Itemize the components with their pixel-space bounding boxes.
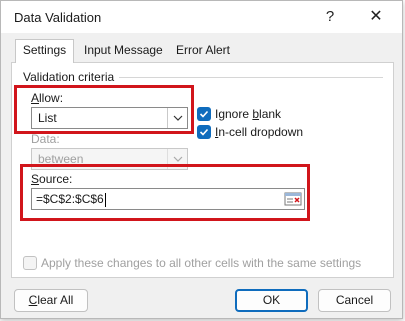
apply-all-label: Apply these changes to all other cells w… xyxy=(41,256,362,270)
in-cell-dropdown-label: In-cell dropdown xyxy=(215,125,304,139)
tab-error-alert[interactable]: Error Alert xyxy=(170,40,236,62)
title-bar: Data Validation ? ✕ xyxy=(1,1,402,33)
dialog-title: Data Validation xyxy=(14,10,102,25)
source-value: =$C$2:$C$6 xyxy=(36,192,106,207)
collapse-dialog-icon[interactable] xyxy=(284,191,302,207)
ok-button[interactable]: OK xyxy=(235,289,308,312)
ignore-blank-checkbox[interactable]: Ignore blank xyxy=(197,107,317,123)
apply-all-checkbox: Apply these changes to all other cells w… xyxy=(23,256,383,272)
clear-all-button[interactable]: Clear All xyxy=(14,289,88,312)
checkmark-icon xyxy=(197,125,211,139)
data-select: between xyxy=(31,148,188,170)
group-divider xyxy=(119,77,383,78)
close-button[interactable]: ✕ xyxy=(353,2,399,32)
tab-input-message[interactable]: Input Message xyxy=(78,40,169,62)
allow-value: List xyxy=(38,111,57,125)
source-label: Source: xyxy=(31,172,73,186)
source-input[interactable]: =$C$2:$C$6 xyxy=(31,188,305,210)
checkmark-icon xyxy=(197,107,211,121)
allow-label: Allow: xyxy=(31,91,64,105)
chevron-down-icon xyxy=(167,108,187,128)
ignore-blank-label: Ignore blank xyxy=(215,107,282,121)
data-value: between xyxy=(38,152,84,166)
data-label: Data: xyxy=(31,132,60,146)
allow-select[interactable]: List xyxy=(31,107,188,129)
in-cell-dropdown-checkbox[interactable]: In-cell dropdown xyxy=(197,125,317,141)
validation-criteria-label: Validation criteria xyxy=(23,70,119,84)
data-validation-dialog: Data Validation ? ✕ Settings Input Messa… xyxy=(0,0,403,319)
tab-settings[interactable]: Settings xyxy=(15,39,74,63)
help-button[interactable]: ? xyxy=(307,2,353,32)
checkbox-icon xyxy=(23,256,37,270)
cancel-button[interactable]: Cancel xyxy=(318,289,391,312)
settings-panel xyxy=(11,62,394,278)
chevron-down-icon xyxy=(167,149,187,169)
